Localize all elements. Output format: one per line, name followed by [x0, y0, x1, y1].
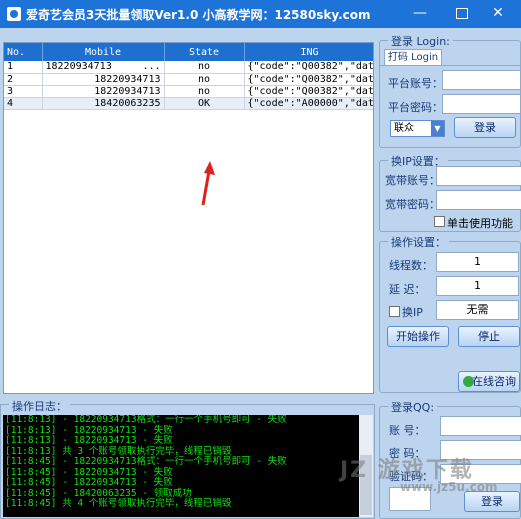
tab-divider: [380, 65, 520, 66]
change-ip-field[interactable]: 无需: [436, 300, 519, 320]
broadband-password-input[interactable]: [436, 190, 521, 210]
chat-icon: [463, 376, 474, 387]
window-title: 爱奇艺会员3天批量领取Ver1.0 小高教学网：12580sky.com: [26, 7, 371, 22]
watermark-line2: www.jz5u.com: [400, 480, 498, 494]
row-no: 2: [4, 73, 43, 86]
row-state: no: [164, 61, 245, 74]
log-group: 操作日志： [11:8:13] - 18220934713 格式：一行一个手机号…: [0, 398, 375, 519]
delay-label: 延 迟：: [389, 283, 426, 296]
row-mobile: 18220934713: [42, 85, 165, 98]
table-row[interactable]: 3 18220934713 no {"code":"Q00382","dat..…: [4, 85, 373, 98]
row-mobile: 18220934713: [42, 73, 165, 86]
change-ip-checkbox[interactable]: [389, 306, 400, 317]
row-no: 1: [4, 61, 43, 74]
online-consult-button[interactable]: 在线咨询: [458, 371, 520, 392]
platform-account-label: 平台账号：: [388, 77, 443, 90]
row-ing: {"code":"Q00382","dat...: [244, 61, 373, 74]
start-button[interactable]: 开始操作: [387, 326, 449, 347]
col-mobile-header[interactable]: Mobile: [42, 43, 165, 61]
log-line: [11:8:13] - 18220934713 格式：一行一个手机号即可 - 失…: [5, 415, 287, 425]
platform-password-input[interactable]: [442, 94, 521, 114]
change-ip-label: 换IP: [402, 306, 423, 319]
row-ing: {"code":"Q00382","dat...: [244, 73, 373, 86]
captcha-platform-select[interactable]: 联众 ▼: [390, 120, 445, 137]
qq-group-title: 登录QQ:: [388, 399, 438, 415]
table-row[interactable]: 1 18220934713... no {"code":"Q00382","da…: [4, 61, 373, 74]
table-row[interactable]: 2 18220934713 no {"code":"Q00382","dat..…: [4, 73, 373, 86]
log-line: [11:8:13] - 18220934713 - 失败: [5, 435, 173, 446]
qq-account-label: 账 号：: [389, 424, 426, 437]
row-state: OK: [164, 97, 245, 110]
ops-group: 操作设置： 线程数： 1 延 迟： 1 换IP 无需 开始操作 停止 在线咨询: [379, 234, 521, 393]
platform-account-input[interactable]: [442, 70, 521, 90]
row-no: 3: [4, 85, 43, 98]
col-no-header[interactable]: No.: [4, 43, 43, 61]
login-group-title: 登录 Login:: [388, 33, 453, 49]
red-arrow-icon: [201, 161, 215, 206]
ip-group: 换IP设置： 宽带账号： 宽带密码： 单击使用功能: [379, 153, 521, 232]
title-bar: 爱奇艺会员3天批量领取Ver1.0 小高教学网：12580sky.com — ✕: [0, 0, 521, 28]
row-state: no: [164, 85, 245, 98]
ops-group-title: 操作设置：: [388, 234, 449, 250]
select-value: 联众: [394, 123, 414, 134]
qq-login-button[interactable]: 登录: [464, 491, 520, 512]
stop-button[interactable]: 停止: [458, 326, 520, 347]
qq-account-input[interactable]: [440, 416, 521, 436]
col-ing-header[interactable]: ING: [244, 43, 373, 61]
single-click-label: 单击使用功能: [447, 217, 513, 230]
single-click-checkbox[interactable]: [434, 216, 445, 227]
maximize-icon: [456, 7, 468, 19]
app-icon: [7, 7, 21, 21]
close-button[interactable]: ✕: [481, 0, 515, 28]
table-header: No. Mobile State ING: [4, 43, 373, 61]
log-group-title: 操作日志：: [9, 398, 70, 414]
log-line: [11:8:45] - 18220934713 - 失败: [5, 477, 173, 488]
row-mobile: 18420063235: [42, 97, 165, 110]
minimize-button[interactable]: —: [403, 0, 437, 28]
platform-login-button[interactable]: 登录: [454, 117, 516, 138]
threads-label: 线程数：: [389, 259, 433, 272]
row-no: 4: [4, 97, 43, 110]
delay-input[interactable]: 1: [436, 276, 519, 296]
tab-captcha-login[interactable]: 打码 Login: [384, 49, 442, 65]
row-ing: {"code":"A00000","dat...: [244, 97, 373, 110]
chevron-down-icon: ▼: [431, 121, 444, 136]
table-row[interactable]: 4 18420063235 OK {"code":"A00000","dat..…: [4, 97, 373, 110]
row-ing: {"code":"Q00382","dat...: [244, 85, 373, 98]
threads-input[interactable]: 1: [436, 252, 519, 272]
log-line: [11:8:45] 共 4 个账号领取执行完毕，线程已销毁: [5, 498, 232, 509]
broadband-password-label: 宽带密码：: [385, 198, 440, 211]
account-table: No. Mobile State ING 1 18220934713... no…: [3, 42, 374, 394]
platform-password-label: 平台密码：: [388, 101, 443, 114]
login-group: 登录 Login: 打码 Login 平台账号： 平台密码： 联众 ▼ 登录: [379, 33, 521, 148]
row-mobile: 18220934713...: [42, 61, 165, 74]
watermark: JZ 游戏下载 www.jz5u.com: [340, 452, 497, 494]
row-state: no: [164, 73, 245, 86]
broadband-account-label: 宽带账号：: [385, 174, 440, 187]
log-output[interactable]: [11:8:13] - 18220934713 格式：一行一个手机号即可 - 失…: [3, 415, 359, 517]
online-consult-label: 在线咨询: [472, 375, 516, 388]
maximize-button[interactable]: [445, 0, 479, 28]
broadband-account-input[interactable]: [436, 166, 521, 186]
log-line: [11:8:45] - 18220934713 格式：一行一个手机号即可 - 失…: [5, 456, 287, 467]
col-state-header[interactable]: State: [164, 43, 245, 61]
